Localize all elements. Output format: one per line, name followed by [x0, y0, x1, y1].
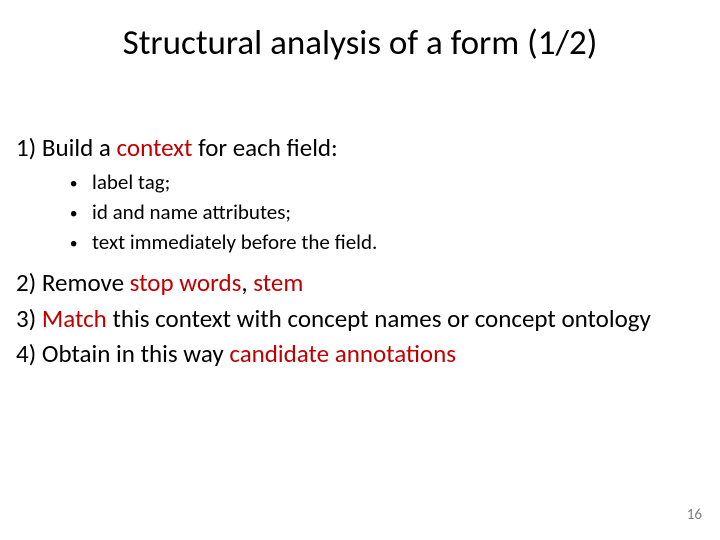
sub-b-mid: and [108, 199, 150, 225]
sub-b-post: attributes; [198, 199, 291, 225]
sub-c-text: text immediately before the field. [92, 229, 377, 255]
item3-lead: 3) [16, 303, 42, 334]
sub-a-text: label tag; [92, 169, 170, 195]
item4-a: Obtain in this way [42, 338, 229, 369]
slide: Structural analysis of a form (1/2) 1) B… [0, 0, 720, 540]
page-number: 16 [687, 506, 702, 524]
sub-item-c: ● text immediately before the field. [70, 229, 712, 257]
item1-lead: 1) [16, 132, 42, 163]
sub-b-name: name [149, 199, 197, 225]
bullet-icon: ● [70, 203, 92, 225]
list-item-3: 3) Match this context with concept names… [16, 303, 712, 334]
item2-stem: stem [253, 267, 303, 298]
bullet-icon: ● [70, 233, 92, 255]
sub-a-post: tag; [133, 169, 170, 195]
item3-b: this context with concept names or conce… [107, 303, 651, 334]
item2-c: , [241, 267, 253, 298]
sub-b-id: id [92, 199, 108, 225]
item3-match: Match [42, 303, 107, 334]
item1-context: context [117, 132, 193, 163]
list-item-1: 1) Build a context for each field: [16, 132, 712, 163]
list-item-2: 2) Remove stop words, stem [16, 267, 712, 298]
slide-body: 1) Build a context for each field: ● lab… [16, 132, 712, 373]
list-item-4: 4) Obtain in this way candidate annotati… [16, 338, 712, 369]
bullet-icon: ● [70, 173, 92, 195]
item1-a: Build a [42, 132, 117, 163]
sub-item-a: ● label tag; [70, 169, 712, 197]
sub-a-label: label [92, 169, 133, 195]
item4-lead: 4) [16, 338, 42, 369]
sub-item-b: ● id and name attributes; [70, 199, 712, 227]
item4-candidate: candidate annotations [229, 338, 456, 369]
item2-a: Remove [42, 267, 130, 298]
sublist: ● label tag; ● id and name attributes; ●… [70, 169, 712, 257]
item1-c: for each field: [192, 132, 337, 163]
slide-title: Structural analysis of a form (1/2) [0, 22, 720, 64]
item2-lead: 2) [16, 267, 42, 298]
item2-stopwords: stop words [130, 267, 242, 298]
sub-b-text: id and name attributes; [92, 199, 291, 225]
